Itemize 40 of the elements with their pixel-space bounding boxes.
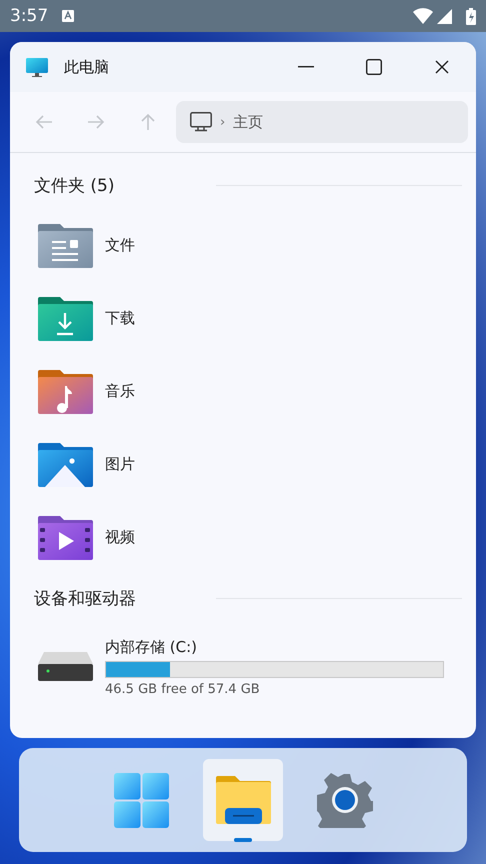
pictures-folder-icon [38, 442, 93, 486]
taskbar-button[interactable] [203, 759, 283, 841]
breadcrumb-separator: › [220, 114, 226, 130]
address-bar[interactable]: › 主页 [176, 101, 468, 143]
monitor-icon [26, 58, 48, 76]
folder-name: 音乐 [105, 382, 135, 401]
folder-icon [216, 776, 270, 824]
section-title: 文件夹 (5) [34, 174, 116, 196]
window-title: 此电脑 [64, 58, 110, 76]
folder-item[interactable]: 图片 [34, 428, 462, 501]
close-icon [435, 60, 449, 74]
documents-folder-icon [38, 224, 93, 268]
folder-name: 下载 [105, 309, 135, 328]
breadcrumb-location: 主页 [233, 112, 264, 132]
signal-icon [437, 8, 452, 24]
settings-icon [317, 772, 373, 828]
video-folder-icon [38, 516, 93, 560]
storage-caption: 46.5 GB free of 57.4 GB [105, 682, 261, 696]
music-folder-icon [38, 370, 93, 414]
download-folder-icon [38, 296, 93, 340]
active-indicator [234, 838, 252, 842]
minimize-icon [298, 66, 314, 68]
folder-item[interactable]: 视频 [34, 501, 462, 574]
windows-logo-icon [114, 772, 168, 828]
section-title: 设备和驱动器 [34, 588, 137, 610]
hard-drive-icon [38, 652, 93, 682]
monitor-icon [190, 112, 212, 132]
status-time: 3:57 [10, 6, 48, 26]
drive-item[interactable]: 内部存储 (C:) 46.5 GB free of 57.4 GB [34, 622, 462, 712]
folder-item[interactable]: 下载 [34, 282, 462, 355]
folder-name: 文件 [105, 236, 135, 255]
drive-name: 内部存储 (C:) [105, 638, 198, 656]
folder-item[interactable]: 文件 [34, 209, 462, 282]
folder-name: 视频 [105, 528, 135, 547]
wifi-icon [413, 8, 433, 24]
folder-item[interactable]: 音乐 [34, 355, 462, 428]
maximize-icon [366, 59, 382, 75]
keyboard-icon [62, 10, 74, 22]
folder-name: 图片 [105, 455, 135, 474]
battery-icon [466, 8, 476, 24]
